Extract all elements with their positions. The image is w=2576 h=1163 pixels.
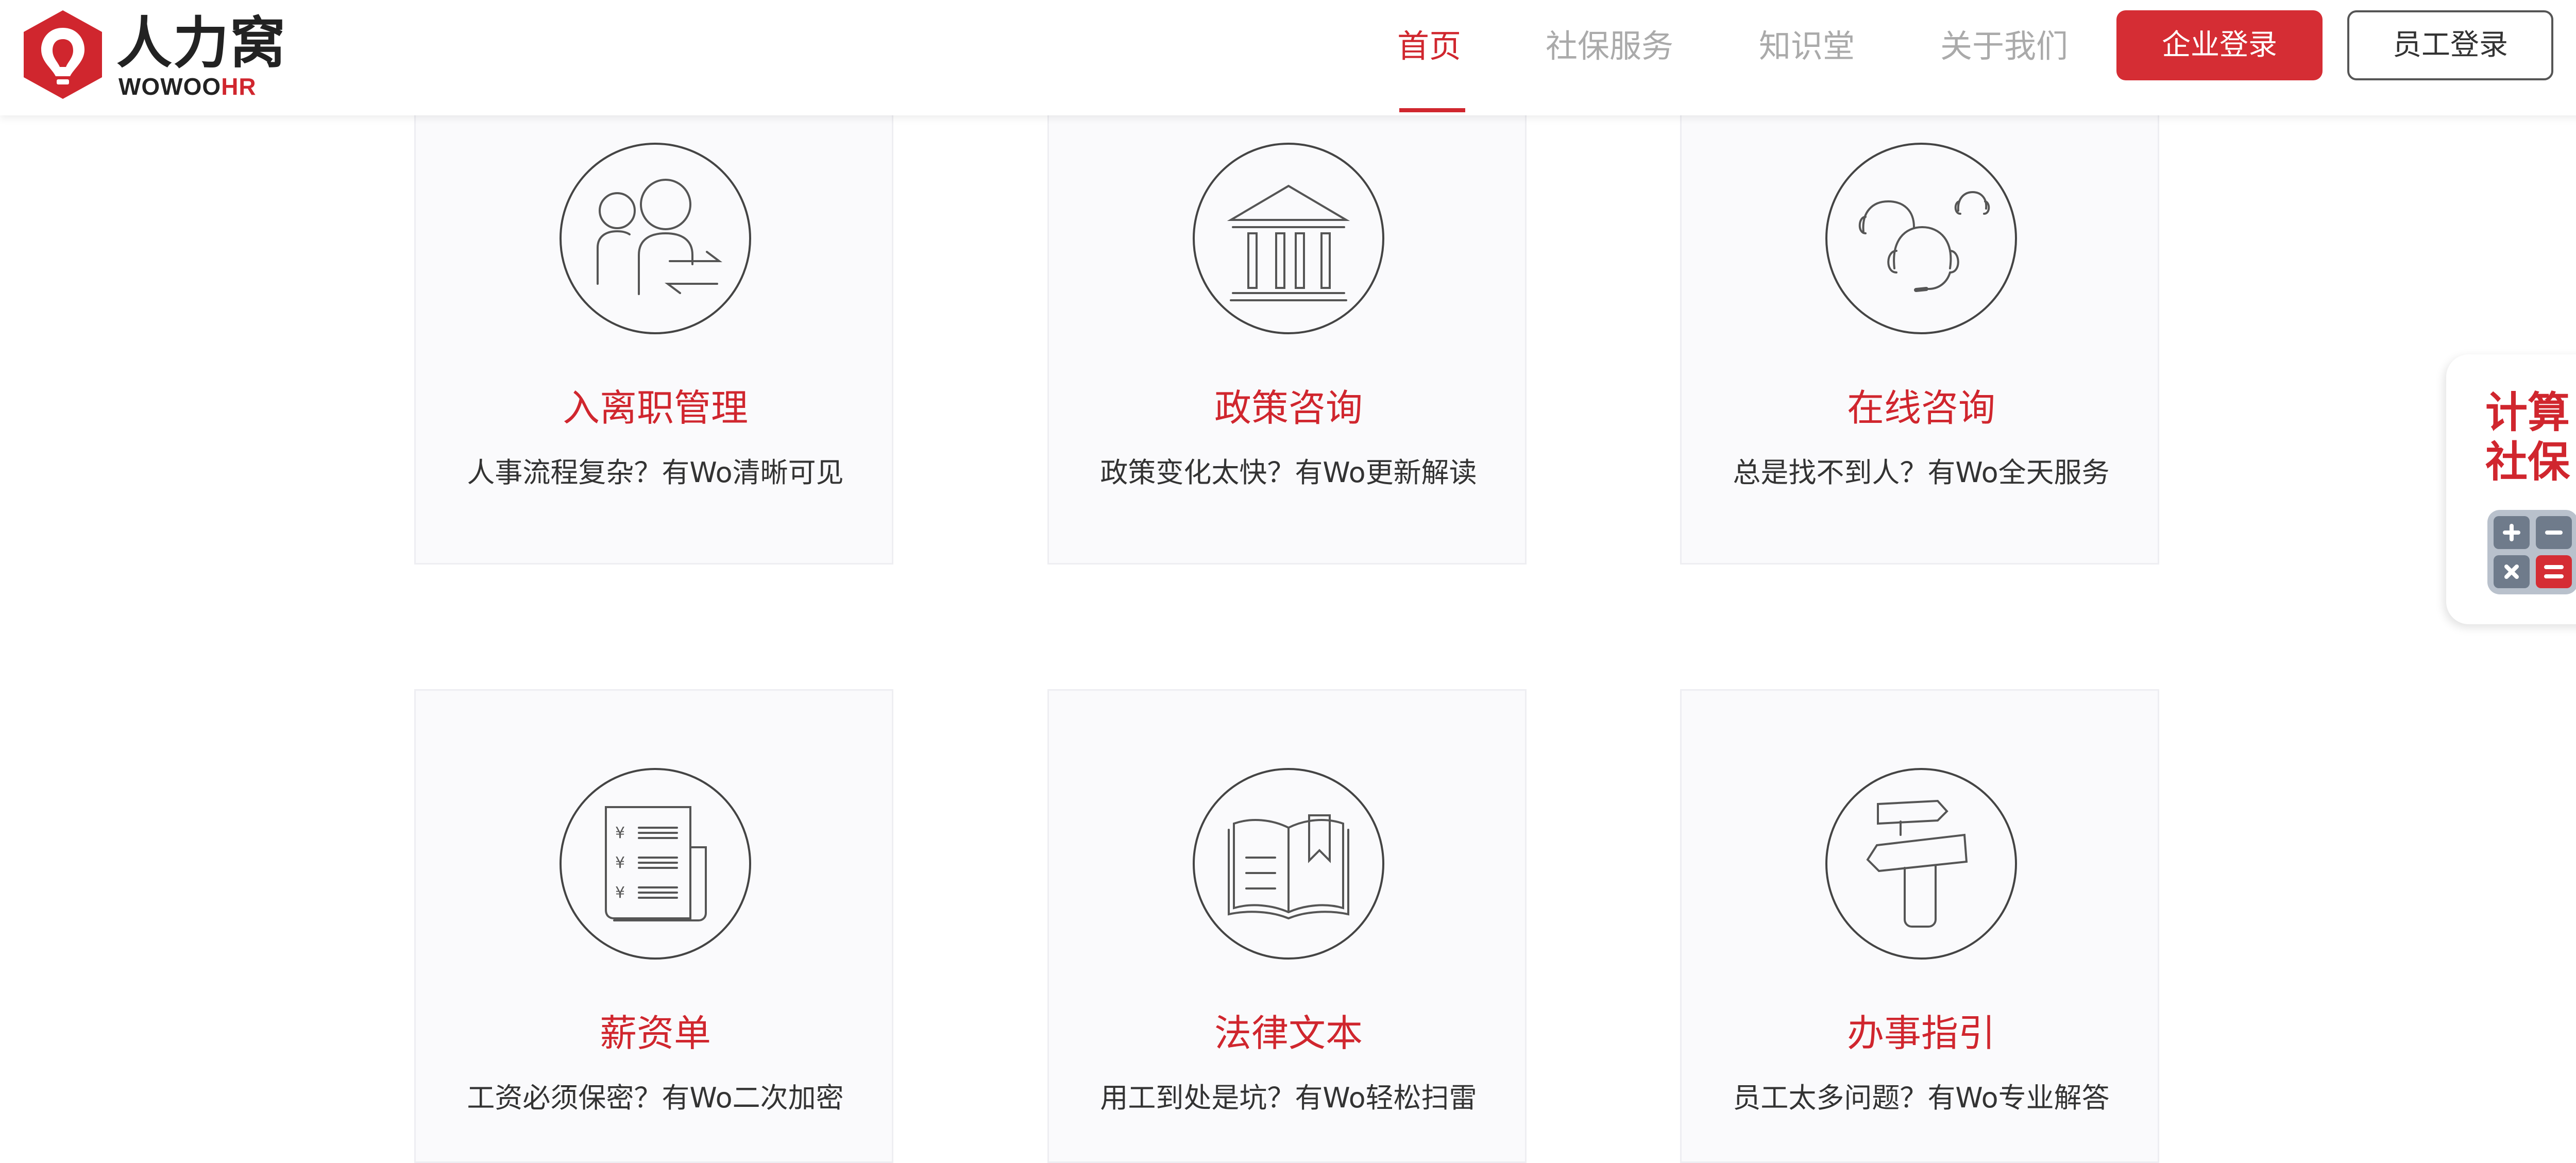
service-card[interactable]: 法律文本 用工到处是坑？有Wo轻松扫雷: [1047, 689, 1527, 1163]
nav-item-knowledge[interactable]: 知识堂: [1759, 25, 1855, 68]
widget-label-line2: 社保: [2485, 438, 2570, 487]
calculator-icon: [2487, 510, 2576, 594]
card-title: 法律文本: [1214, 1012, 1363, 1055]
svg-text:¥: ¥: [615, 884, 625, 902]
logo-text-en: WOWOOHR: [118, 74, 257, 99]
service-card[interactable]: ¥ ¥ ¥ 薪资单 工资必须保密？有Wo二次加密: [414, 689, 893, 1163]
enterprise-login-button[interactable]: 企业登录: [2116, 10, 2323, 80]
social-security-calculator-widget[interactable]: 计算 社保: [2446, 354, 2576, 624]
card-description: 总是找不到人？有Wo全天服务: [1733, 456, 2110, 489]
employee-login-button[interactable]: 员工登录: [2347, 10, 2553, 80]
brand-logo[interactable]: 人力窝 WOWOOHR: [20, 8, 287, 101]
card-description: 政策变化太快？有Wo更新解读: [1100, 456, 1477, 489]
card-description: 员工太多问题？有Wo专业解答: [1733, 1082, 2110, 1114]
employee-transfer-icon: [560, 143, 751, 334]
card-title: 办事指引: [1846, 1012, 1995, 1055]
card-description: 人事流程复杂？有Wo清晰可见: [467, 456, 844, 489]
law-book-icon: [1193, 768, 1384, 960]
service-card[interactable]: 政策咨询 政策变化太快？有Wo更新解读: [1047, 103, 1527, 565]
svg-text:¥: ¥: [615, 854, 625, 872]
site-header: 人力窝 WOWOOHR 首页 社保服务 知识堂 关于我们 企业登录 员工登录: [0, 0, 2576, 115]
nav-item-about[interactable]: 关于我们: [1940, 25, 2068, 68]
service-card[interactable]: 办事指引 员工太多问题？有Wo专业解答: [1680, 689, 2159, 1163]
card-description: 工资必须保密？有Wo二次加密: [467, 1082, 844, 1114]
nav-active-underline: [1399, 108, 1465, 112]
nav-item-social-security[interactable]: 社保服务: [1546, 25, 1673, 68]
logo-text-hr: HR: [221, 73, 257, 100]
card-title: 政策咨询: [1214, 386, 1363, 430]
logo-hexagon-icon: [24, 10, 102, 99]
service-card[interactable]: 入离职管理 人事流程复杂？有Wo清晰可见: [414, 103, 893, 565]
card-title: 入离职管理: [562, 386, 748, 430]
government-building-icon: [1193, 143, 1384, 334]
card-description: 用工到处是坑？有Wo轻松扫雷: [1100, 1082, 1477, 1114]
svg-text:¥: ¥: [615, 824, 625, 842]
logo-text-cn: 人力窝: [116, 11, 287, 76]
customer-service-headset-icon: [1825, 143, 2017, 334]
signpost-icon: [1825, 768, 2017, 960]
logo-text-wowoo: WOWOO: [118, 73, 222, 100]
payslip-icon: ¥ ¥ ¥: [560, 768, 751, 960]
card-title: 薪资单: [599, 1012, 711, 1055]
card-title: 在线咨询: [1846, 386, 1995, 430]
service-card[interactable]: 在线咨询 总是找不到人？有Wo全天服务: [1680, 103, 2159, 565]
nav-item-home[interactable]: 首页: [1397, 25, 1461, 68]
widget-label-line1: 计算: [2485, 388, 2570, 437]
